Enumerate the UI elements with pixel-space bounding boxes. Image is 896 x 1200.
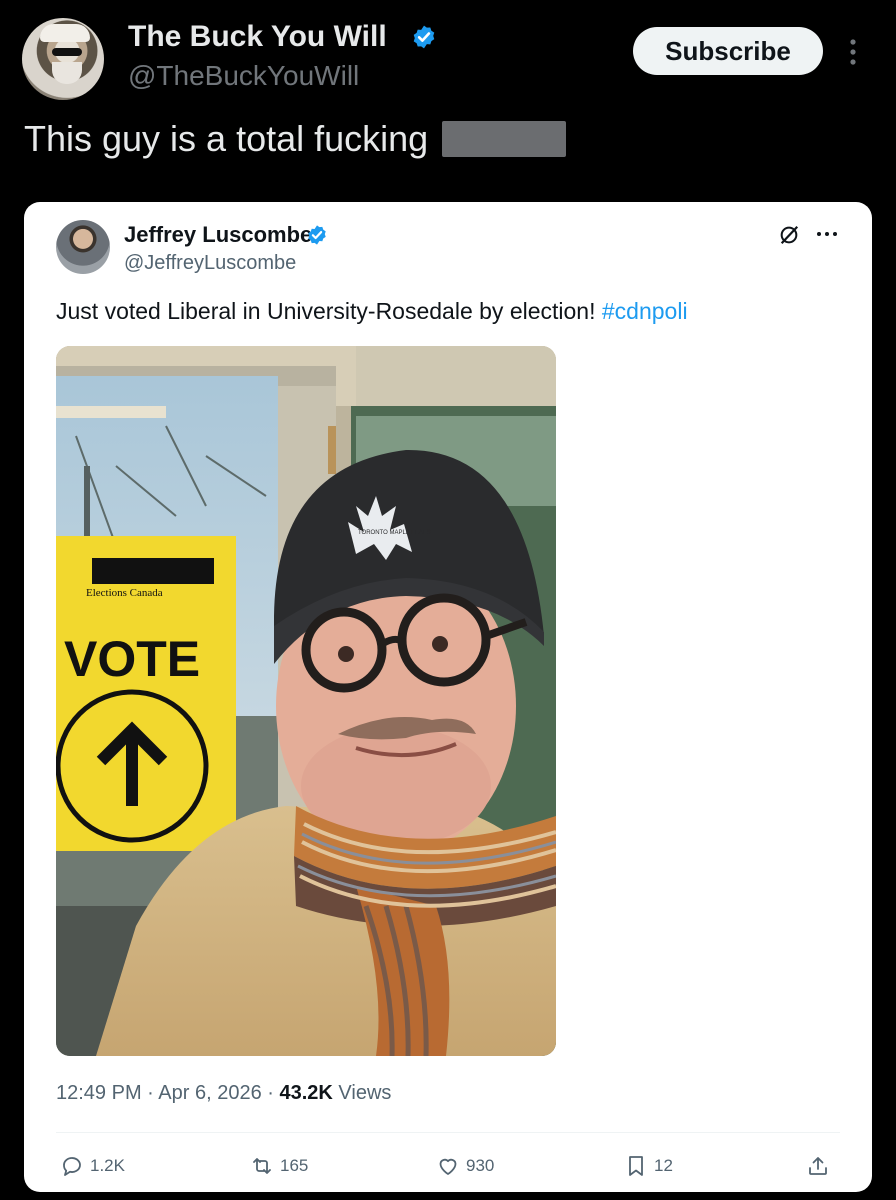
grok-icon[interactable] (778, 224, 800, 246)
bookmark-icon (629, 1156, 643, 1176)
verified-badge-icon (413, 25, 435, 49)
like-count: 930 (466, 1156, 495, 1175)
bookmark-count: 12 (654, 1156, 673, 1175)
heart-icon (439, 1158, 457, 1175)
sign-vote: VOTE (64, 631, 200, 687)
quoted-post-text: Just voted Liberal in University-Rosedal… (56, 298, 688, 325)
share-icon (809, 1157, 827, 1175)
author-avatar[interactable] (22, 18, 104, 100)
quoted-author-name[interactable]: Jeffrey Luscombe (124, 222, 312, 248)
reply-button[interactable]: 1.2K (60, 1152, 125, 1180)
author-handle[interactable]: @TheBuckYouWill (128, 60, 359, 92)
quoted-author-handle[interactable]: @JeffreyLuscombe (124, 252, 296, 275)
sign-org: Elections Canada (86, 587, 163, 599)
selfie-illustration: Elections Canada VOTE TORONTO MAPLE LEAF… (56, 346, 556, 1056)
verified-badge-icon (308, 225, 326, 245)
quoted-post-text-content: Just voted Liberal in University-Rosedal… (56, 298, 602, 324)
share-button[interactable] (806, 1152, 830, 1180)
post-meta: 12:49 PM · Apr 6, 2026 · 43.2K Views (56, 1082, 392, 1104)
divider (56, 1132, 840, 1133)
repost-count: 165 (280, 1156, 309, 1175)
author-name[interactable]: The Buck You Will (128, 20, 387, 54)
reply-icon (63, 1157, 81, 1176)
repost-button[interactable]: 165 (250, 1152, 308, 1180)
subscribe-button[interactable]: Subscribe (633, 27, 823, 75)
post-text: This guy is a total fucking (24, 118, 567, 160)
more-horizontal-icon[interactable] (816, 230, 838, 238)
hashtag-link[interactable]: #cdnpoli (602, 298, 688, 324)
more-vertical-icon[interactable] (846, 38, 860, 66)
post-time[interactable]: 12:49 PM (56, 1082, 142, 1104)
post-header: The Buck You Will @TheBuckYouWill Subscr… (22, 18, 874, 102)
quoted-author-avatar[interactable] (56, 220, 110, 274)
like-button[interactable]: 930 (436, 1152, 494, 1180)
repost-icon (253, 1158, 271, 1174)
reply-count: 1.2K (90, 1156, 125, 1175)
redacted-word (442, 121, 567, 157)
post-photo[interactable]: Elections Canada VOTE TORONTO MAPLE LEAF… (56, 346, 556, 1056)
post-text-content: This guy is a total fucking (24, 118, 429, 159)
views-count: 43.2K (279, 1082, 333, 1104)
bookmark-button[interactable]: 12 (624, 1152, 673, 1180)
hat-logo-text: TORONTO MAPLE LEAFS (358, 530, 430, 536)
views-label: Views (338, 1082, 392, 1104)
quoted-post-card[interactable]: Jeffrey Luscombe @JeffreyLuscombe Just v… (24, 202, 872, 1192)
post-date[interactable]: Apr 6, 2026 (158, 1082, 261, 1104)
